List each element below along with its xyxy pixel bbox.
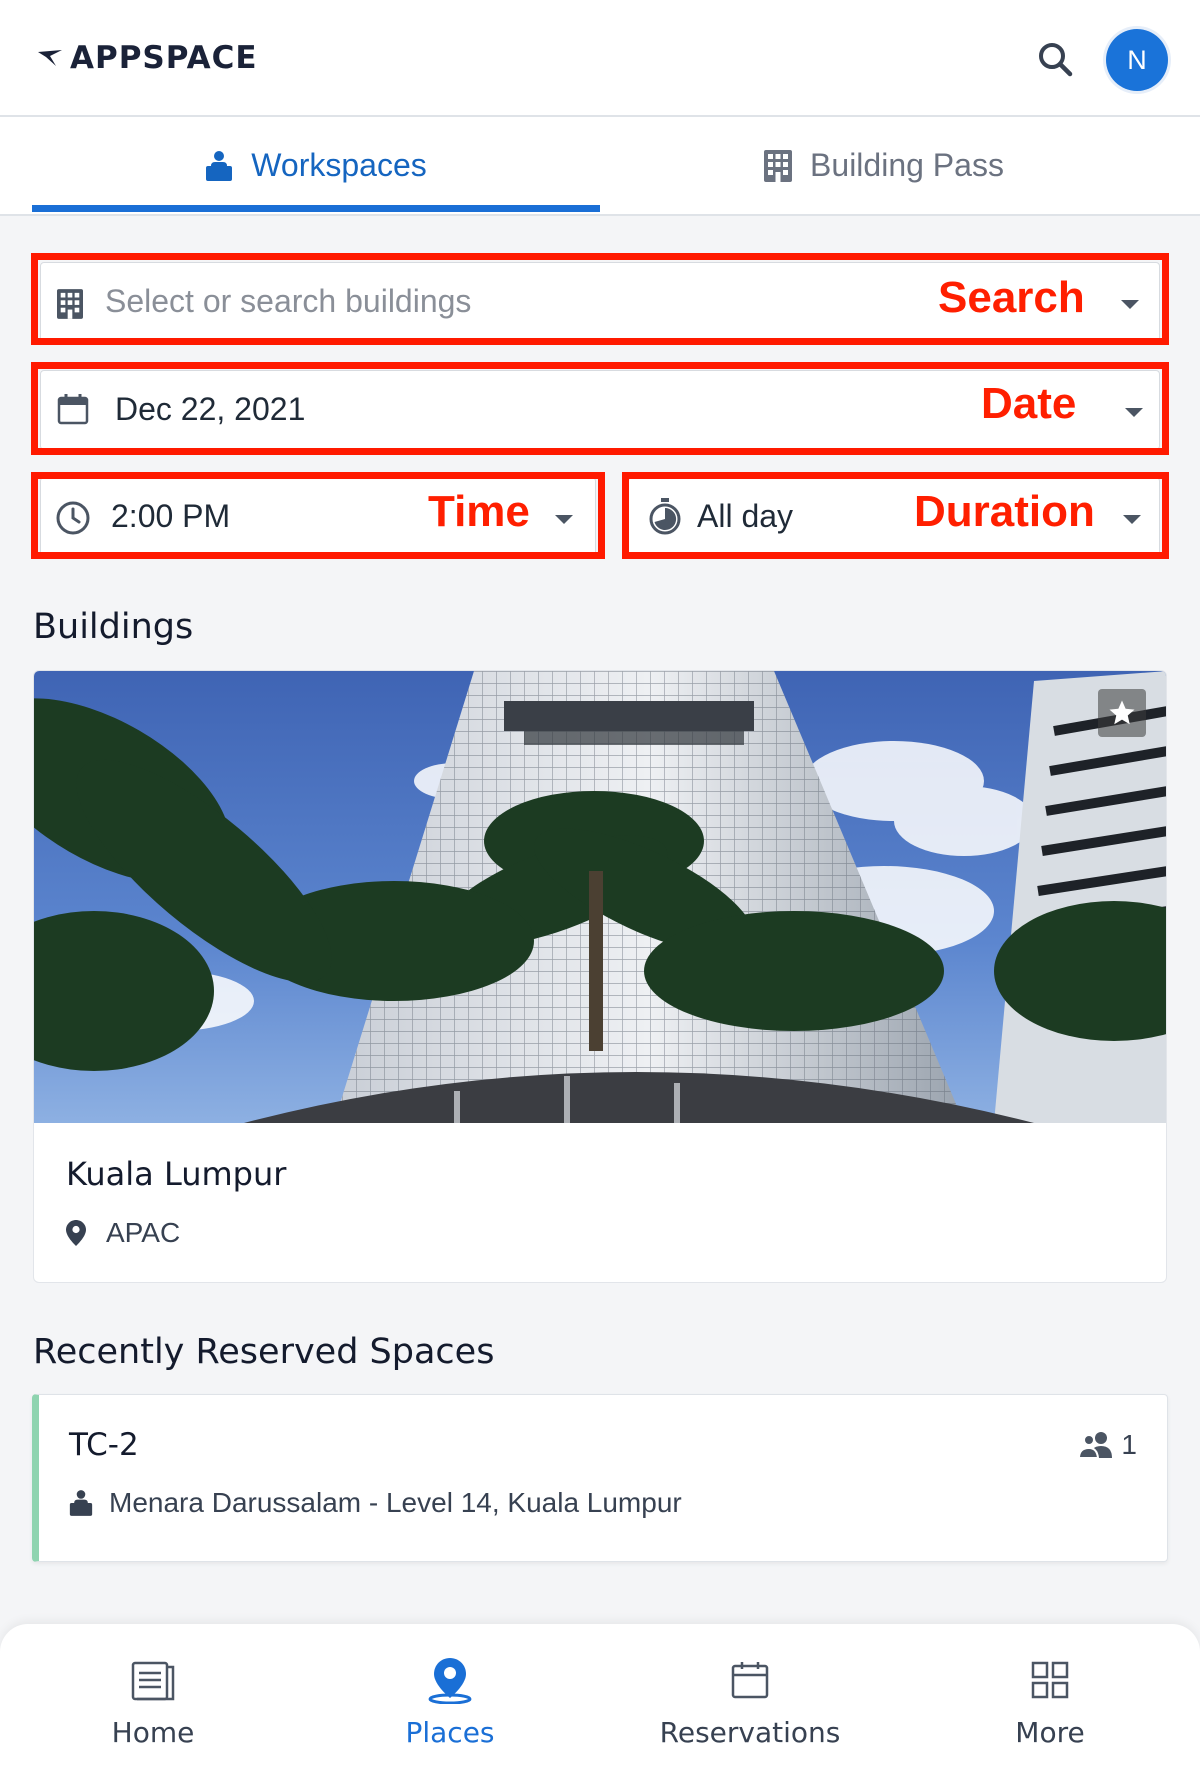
nav-places[interactable]: Places xyxy=(300,1624,600,1768)
building-card[interactable]: Kuala Lumpur APAC xyxy=(33,670,1167,1283)
recent-section-title: Recently Reserved Spaces xyxy=(33,1332,495,1372)
nav-places-label: Places xyxy=(405,1716,495,1749)
building-icon xyxy=(57,289,83,319)
nav-home-label: Home xyxy=(111,1716,195,1749)
building-search-placeholder: Select or search buildings xyxy=(105,283,472,319)
desk-person-icon xyxy=(205,150,233,182)
timer-icon xyxy=(647,498,683,536)
appspace-logo[interactable]: APPSPACE xyxy=(38,40,258,76)
tab-workspaces[interactable]: Workspaces xyxy=(32,117,600,214)
chevron-down-icon xyxy=(555,515,573,524)
time-annotation-label: Time xyxy=(428,487,530,536)
tab-bar: Workspaces Building Pass xyxy=(0,117,1200,216)
building-name: Kuala Lumpur xyxy=(66,1155,287,1193)
reserved-space-card[interactable]: TC-2 1 Menara Darussalam - Level 14, Kua… xyxy=(32,1394,1168,1562)
duration-annotation-label: Duration xyxy=(914,487,1095,536)
space-location: Menara Darussalam - Level 14, Kuala Lump… xyxy=(69,1487,682,1519)
map-pin-icon xyxy=(428,1656,472,1704)
building-photo xyxy=(34,671,1166,1123)
calendar-icon xyxy=(730,1656,770,1704)
location-pin-icon xyxy=(66,1220,86,1246)
people-icon xyxy=(1077,1430,1115,1460)
space-capacity: 1 xyxy=(1077,1429,1137,1461)
chevron-down-icon xyxy=(1123,515,1141,524)
search-button[interactable] xyxy=(1034,38,1078,82)
tab-building-pass[interactable]: Building Pass xyxy=(600,117,1168,214)
nav-reservations-label: Reservations xyxy=(659,1716,841,1749)
space-location-label: Menara Darussalam - Level 14, Kuala Lump… xyxy=(109,1487,682,1518)
bottom-navigation: Home Places Reservations More xyxy=(0,1624,1200,1768)
chevron-down-icon xyxy=(1125,408,1143,417)
date-value: Dec 22, 2021 xyxy=(115,391,306,427)
nav-reservations[interactable]: Reservations xyxy=(600,1624,900,1768)
search-annotation-label: Search xyxy=(938,273,1085,322)
chevron-down-icon xyxy=(1121,300,1139,309)
nav-more[interactable]: More xyxy=(900,1624,1200,1768)
grid-icon xyxy=(1030,1656,1070,1704)
tab-building-pass-label: Building Pass xyxy=(810,147,1004,183)
duration-value: All day xyxy=(697,498,794,534)
star-icon xyxy=(1109,700,1135,725)
buildings-section-title: Buildings xyxy=(33,607,194,647)
calendar-icon xyxy=(57,393,89,425)
logo-mark-icon xyxy=(38,50,62,66)
clock-icon xyxy=(55,500,91,536)
date-annotation-label: Date xyxy=(981,379,1077,428)
app-header: APPSPACE N xyxy=(0,0,1200,117)
active-tab-indicator xyxy=(32,205,600,212)
building-region: APAC xyxy=(66,1217,180,1249)
space-capacity-value: 1 xyxy=(1121,1429,1137,1460)
nav-more-label: More xyxy=(1015,1716,1085,1749)
user-avatar[interactable]: N xyxy=(1106,29,1168,91)
building-region-label: APAC xyxy=(106,1217,181,1248)
logo-text: APPSPACE xyxy=(70,40,258,76)
nav-home[interactable]: Home xyxy=(3,1624,303,1768)
time-value: 2:00 PM xyxy=(111,498,231,534)
desk-person-icon xyxy=(69,1489,93,1517)
home-icon xyxy=(131,1656,175,1704)
building-icon xyxy=(764,149,793,182)
space-name: TC-2 xyxy=(69,1427,139,1463)
favorite-button[interactable] xyxy=(1098,689,1146,737)
tab-workspaces-label: Workspaces xyxy=(251,147,427,183)
search-icon xyxy=(1039,43,1073,77)
